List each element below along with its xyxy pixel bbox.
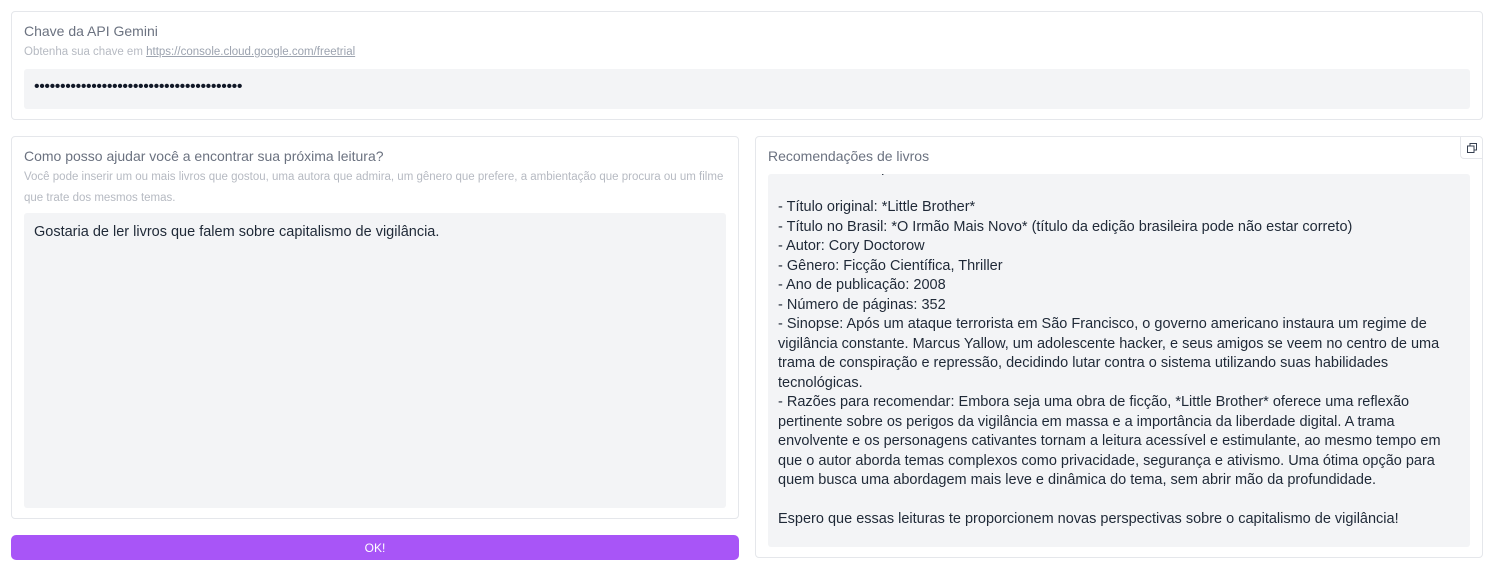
- api-key-info-text: Obtenha sua chave em: [24, 46, 147, 58]
- ok-button[interactable]: OK!: [11, 535, 739, 560]
- api-key-input[interactable]: ••••••••••••••••••••••••••••••••••••••••: [24, 69, 1470, 109]
- copy-icon: [1466, 142, 1477, 153]
- query-value: Gostaria de ler livros que falem sobre c…: [34, 224, 440, 240]
- recommendations-label: Recomendações de livros: [768, 148, 930, 164]
- recommendations-output[interactable]: ótica humana e pessoal. - Título origina…: [768, 174, 1470, 547]
- query-label: Como posso ajudar você a encontrar sua p…: [24, 148, 384, 164]
- query-textarea[interactable]: Gostaria de ler livros que falem sobre c…: [24, 213, 726, 508]
- api-key-label: Chave da API Gemini: [24, 23, 158, 39]
- console-link[interactable]: https://console.cloud.google.com/freetri…: [146, 46, 355, 58]
- query-info: Você pode inserir um ou mais livros que …: [24, 171, 724, 204]
- api-key-panel: Chave da API Gemini Obtenha sua chave em…: [11, 11, 1483, 120]
- api-key-value: ••••••••••••••••••••••••••••••••••••••••: [34, 78, 243, 95]
- recommendations-panel: Recomendações de livros ótica humana e p…: [755, 136, 1483, 558]
- query-panel: Como posso ajudar você a encontrar sua p…: [11, 136, 739, 519]
- copy-button[interactable]: [1460, 137, 1482, 159]
- api-key-info: Obtenha sua chave em https://console.clo…: [24, 42, 355, 63]
- recommendations-text: ótica humana e pessoal. - Título origina…: [778, 174, 1441, 527]
- recommendations-scroll[interactable]: ótica humana e pessoal. - Título origina…: [768, 174, 1470, 547]
